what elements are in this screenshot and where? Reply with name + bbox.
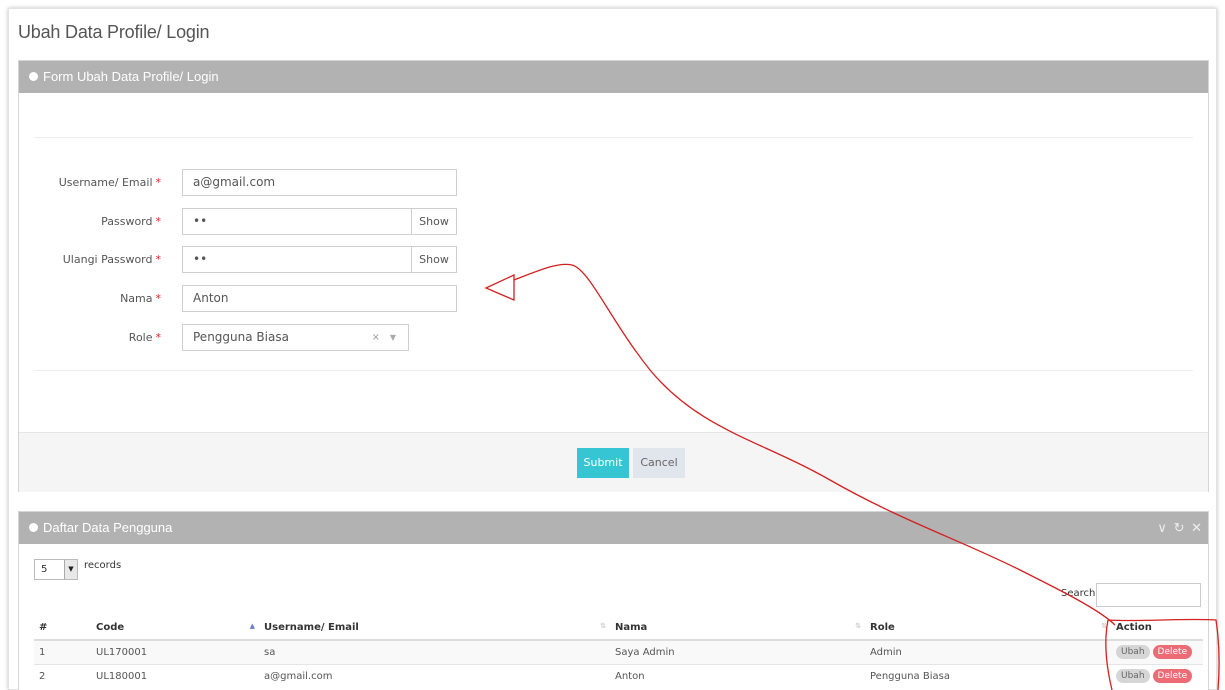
chevron-down-icon[interactable]: ▼ <box>390 325 396 350</box>
show-repeat-password-button[interactable]: Show <box>411 246 457 273</box>
role-row: Role * Pengguna Biasa × ▼ <box>19 324 519 352</box>
column-header-username[interactable]: Username/ Email ⇅ <box>259 616 610 641</box>
panel-tools: ∨ ↻ ✕ <box>1154 512 1202 544</box>
page-container: Ubah Data Profile/ Login Form Ubah Data … <box>8 8 1217 690</box>
show-password-button[interactable]: Show <box>411 208 457 235</box>
cell-code: UL180001 <box>91 663 259 688</box>
search-input[interactable] <box>1096 583 1201 607</box>
name-label: Nama <box>120 292 153 305</box>
role-selected-value: Pengguna Biasa <box>193 330 289 344</box>
repeat-password-input[interactable]: •• <box>182 246 412 273</box>
delete-button[interactable]: Delete <box>1152 645 1193 660</box>
cell-action: Ubah Delete <box>1111 663 1203 688</box>
cell-nama: Saya Admin <box>610 639 865 664</box>
table-row: 1 UL170001 sa Saya Admin Admin Ubah Delet… <box>34 639 1203 664</box>
form-panel-header: Form Ubah Data Profile/ Login <box>19 61 1208 93</box>
cell-username: sa <box>259 639 610 664</box>
cell-number: 2 <box>34 663 91 688</box>
delete-button[interactable]: Delete <box>1152 669 1193 684</box>
name-row: Nama * Anton <box>19 285 519 313</box>
column-header-code[interactable]: Code ▲ <box>91 616 259 641</box>
form-panel: Form Ubah Data Profile/ Login Username/ … <box>18 60 1209 492</box>
table-header-row: # Code ▲ Username/ Email ⇅ Nama ⇅ Role ⇅ Act… <box>34 616 1203 641</box>
column-header-role[interactable]: Role ⇅ <box>865 616 1111 641</box>
records-length-select[interactable]: 5 ▼ <box>34 559 78 580</box>
search-label: Search: <box>1061 588 1099 599</box>
edit-button[interactable]: Ubah <box>1116 669 1150 684</box>
password-input[interactable]: •• <box>182 208 412 235</box>
column-header-nama[interactable]: Nama ⇅ <box>610 616 865 641</box>
user-table: # Code ▲ Username/ Email ⇅ Nama ⇅ Role ⇅ Act… <box>34 616 1203 688</box>
username-label: Username/ Email <box>58 176 153 189</box>
dropdown-arrow-icon[interactable]: ▼ <box>64 560 77 579</box>
page-title: Ubah Data Profile/ Login <box>18 22 210 42</box>
cell-username: a@gmail.com <box>259 663 610 688</box>
edit-button[interactable]: Ubah <box>1116 645 1150 660</box>
info-icon <box>29 72 38 82</box>
cell-nama: Anton <box>610 663 865 688</box>
clear-icon[interactable]: × <box>372 325 380 350</box>
repeat-password-row: Ulangi Password * •• Show <box>19 246 519 274</box>
column-header-action: Action <box>1111 616 1203 641</box>
form-actions: Submit Cancel <box>19 432 1208 492</box>
close-icon[interactable]: ✕ <box>1191 520 1202 535</box>
form-panel-title: Form Ubah Data Profile/ Login <box>43 69 219 84</box>
required-mark: * <box>155 253 162 266</box>
cell-code: UL170001 <box>91 639 259 664</box>
form-divider-bottom <box>34 370 1193 371</box>
sort-icon: ⇅ <box>1101 622 1107 630</box>
required-mark: * <box>155 215 162 228</box>
role-select[interactable]: Pengguna Biasa × ▼ <box>182 324 409 351</box>
form-divider-top <box>34 137 1193 138</box>
required-mark: * <box>155 331 162 344</box>
required-mark: * <box>155 292 162 305</box>
name-input[interactable]: Anton <box>182 285 457 312</box>
records-length-value: 5 <box>41 564 48 575</box>
user-list-panel: Daftar Data Pengguna ∨ ↻ ✕ 5 ▼ records S… <box>18 511 1209 690</box>
username-row: Username/ Email * a@gmail.com <box>19 169 519 197</box>
required-mark: * <box>155 176 162 189</box>
user-list-title: Daftar Data Pengguna <box>43 520 173 535</box>
table-row: 2 UL180001 a@gmail.com Anton Pengguna Bi… <box>34 663 1203 688</box>
cell-action: Ubah Delete <box>1111 639 1203 664</box>
info-icon <box>29 523 38 533</box>
cell-role: Pengguna Biasa <box>865 663 1111 688</box>
sort-icon: ⇅ <box>855 622 861 630</box>
password-row: Password * •• Show <box>19 208 519 236</box>
reload-icon[interactable]: ↻ <box>1174 520 1185 535</box>
password-label: Password <box>101 215 153 228</box>
column-header-number[interactable]: # <box>34 616 91 641</box>
cancel-button[interactable]: Cancel <box>633 448 685 478</box>
user-list-header: Daftar Data Pengguna ∨ ↻ ✕ <box>19 512 1208 544</box>
repeat-password-label: Ulangi Password <box>62 253 153 266</box>
sort-asc-icon: ▲ <box>249 622 255 630</box>
username-input[interactable]: a@gmail.com <box>182 169 457 196</box>
cell-role: Admin <box>865 639 1111 664</box>
records-label: records <box>84 560 122 571</box>
collapse-icon[interactable]: ∨ <box>1157 520 1167 535</box>
cell-number: 1 <box>34 639 91 664</box>
submit-button[interactable]: Submit <box>577 448 629 478</box>
role-label: Role <box>128 331 153 344</box>
sort-icon: ⇅ <box>600 622 606 630</box>
